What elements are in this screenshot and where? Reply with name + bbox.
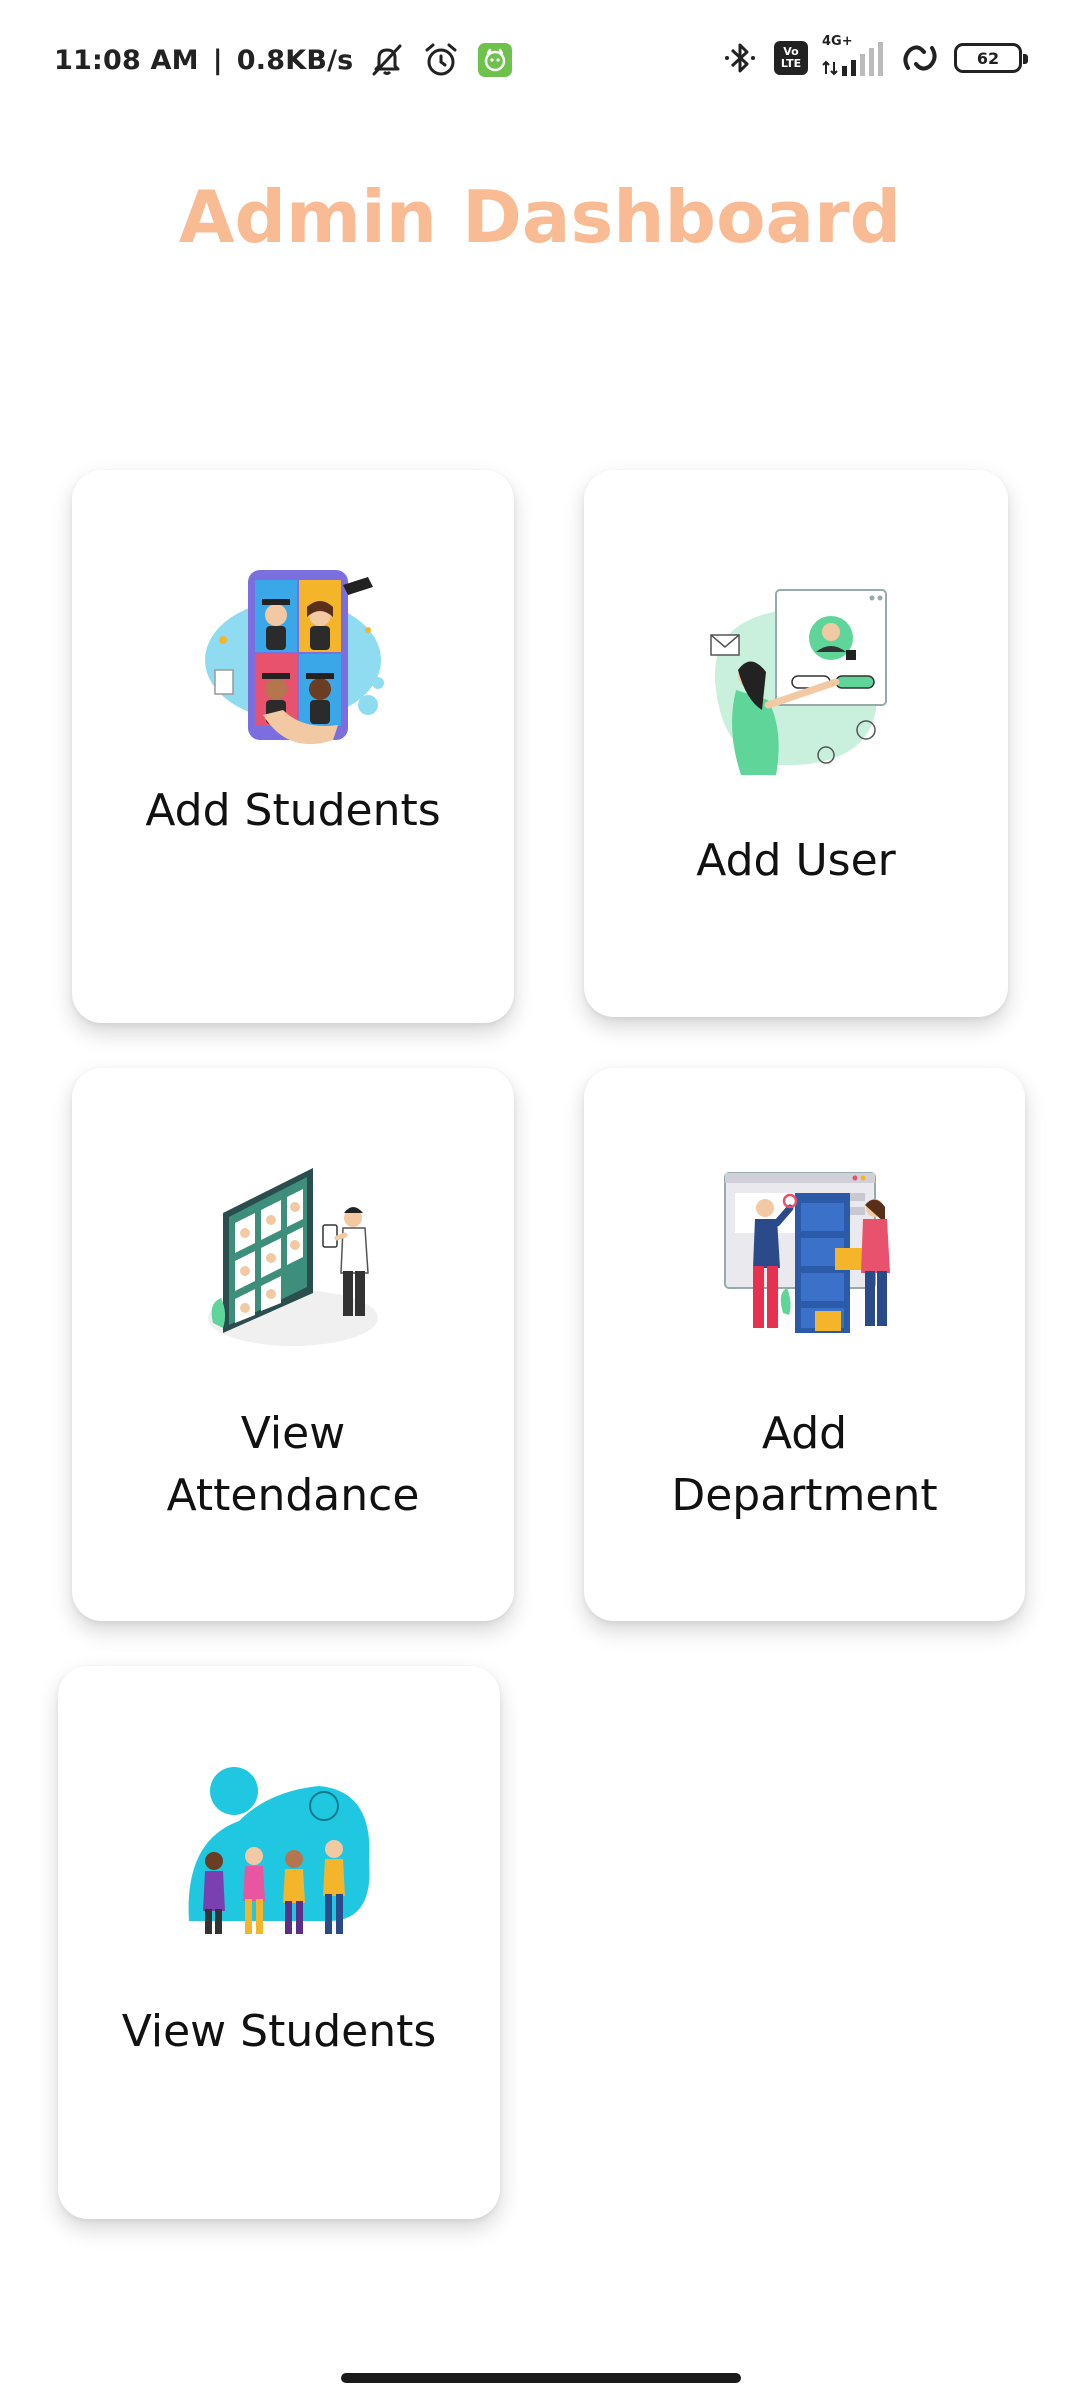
battery-icon: 62: [954, 43, 1028, 73]
status-left: 11:08 AM | 0.8KB/s: [54, 40, 515, 80]
status-separator: |: [212, 44, 223, 76]
volte-icon: Vo LTE: [774, 41, 808, 75]
battery-level: 62: [976, 48, 1000, 68]
hotspot-icon: [903, 45, 937, 71]
page-title: Admin Dashboard: [178, 175, 902, 259]
add-department-label: Add Department: [671, 1408, 938, 1521]
student-group-illustration: [188, 1767, 370, 1934]
view-attendance-card[interactable]: View Attendance: [72, 1068, 514, 1621]
network-speed: 0.8KB/s: [236, 44, 354, 76]
add-department-card[interactable]: Add Department: [584, 1068, 1025, 1621]
status-bar: 11:08 AM | 0.8KB/s Vo LTE 4G+ 62: [0, 0, 1080, 120]
home-indicator[interactable]: [341, 2373, 741, 2383]
status-time: 11:08 AM: [54, 44, 199, 76]
signal-bars: [822, 42, 883, 76]
signal-icon: 4G+: [822, 34, 886, 78]
view-students-card[interactable]: View Students: [58, 1666, 500, 2219]
graduation-students-illustration: [205, 570, 384, 745]
department-files-illustration: [723, 1172, 890, 1333]
add-students-card[interactable]: Add Students: [72, 470, 514, 1023]
add-user-card[interactable]: Add User: [584, 470, 1008, 1017]
view-attendance-label: View Attendance: [166, 1408, 420, 1521]
add-students-label: Add Students: [145, 785, 441, 836]
mute-icon: [372, 44, 402, 76]
status-right: Vo LTE 4G+ 62: [720, 34, 1028, 78]
alarm-icon: [425, 43, 457, 76]
bluetooth-icon: [725, 43, 755, 73]
add-user-label: Add User: [696, 835, 896, 886]
app-notification-icon: [478, 43, 513, 77]
view-students-label: View Students: [121, 2006, 437, 2057]
volte-bottom-text: LTE: [780, 57, 802, 70]
user-request-illustration: [710, 589, 887, 775]
attendance-board-illustration: [208, 1168, 378, 1346]
